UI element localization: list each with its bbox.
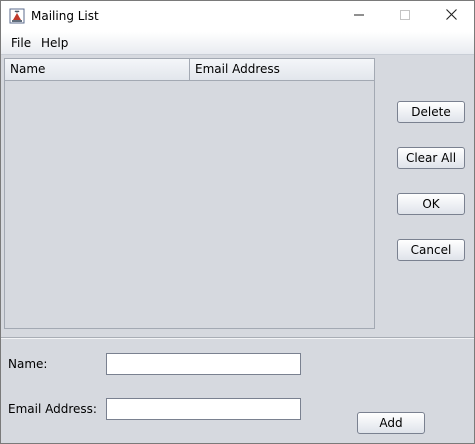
mailing-list-table[interactable]: Name Email Address [4,58,375,329]
content-panel: Name Email Address Delete Clear All OK C… [1,55,474,443]
java-cup-icon [9,8,25,24]
close-button[interactable] [428,1,474,31]
menu-file[interactable]: File [11,36,31,50]
menu-bar: File Help [1,32,474,55]
ok-button[interactable]: OK [397,193,465,215]
email-label: Email Address: [8,402,97,416]
table-header: Name Email Address [5,59,374,81]
minimize-icon [354,9,364,23]
maximize-icon [400,9,410,23]
name-field[interactable] [106,353,301,375]
column-header-name[interactable]: Name [5,59,190,80]
window-title: Mailing List [31,9,99,23]
cancel-button[interactable]: Cancel [397,239,465,261]
delete-button[interactable]: Delete [397,101,465,123]
clear-all-button[interactable]: Clear All [397,147,465,169]
email-field[interactable] [106,398,301,420]
mailing-list-window: Mailing List File Help Name Email Addres… [0,0,475,444]
menu-help[interactable]: Help [41,36,68,50]
separator [1,337,474,339]
maximize-button[interactable] [382,1,428,31]
name-label: Name: [8,357,48,371]
add-button[interactable]: Add [357,412,425,434]
title-bar[interactable]: Mailing List [1,1,474,31]
column-header-email[interactable]: Email Address [190,59,374,80]
minimize-button[interactable] [336,1,382,31]
close-icon [445,9,457,23]
